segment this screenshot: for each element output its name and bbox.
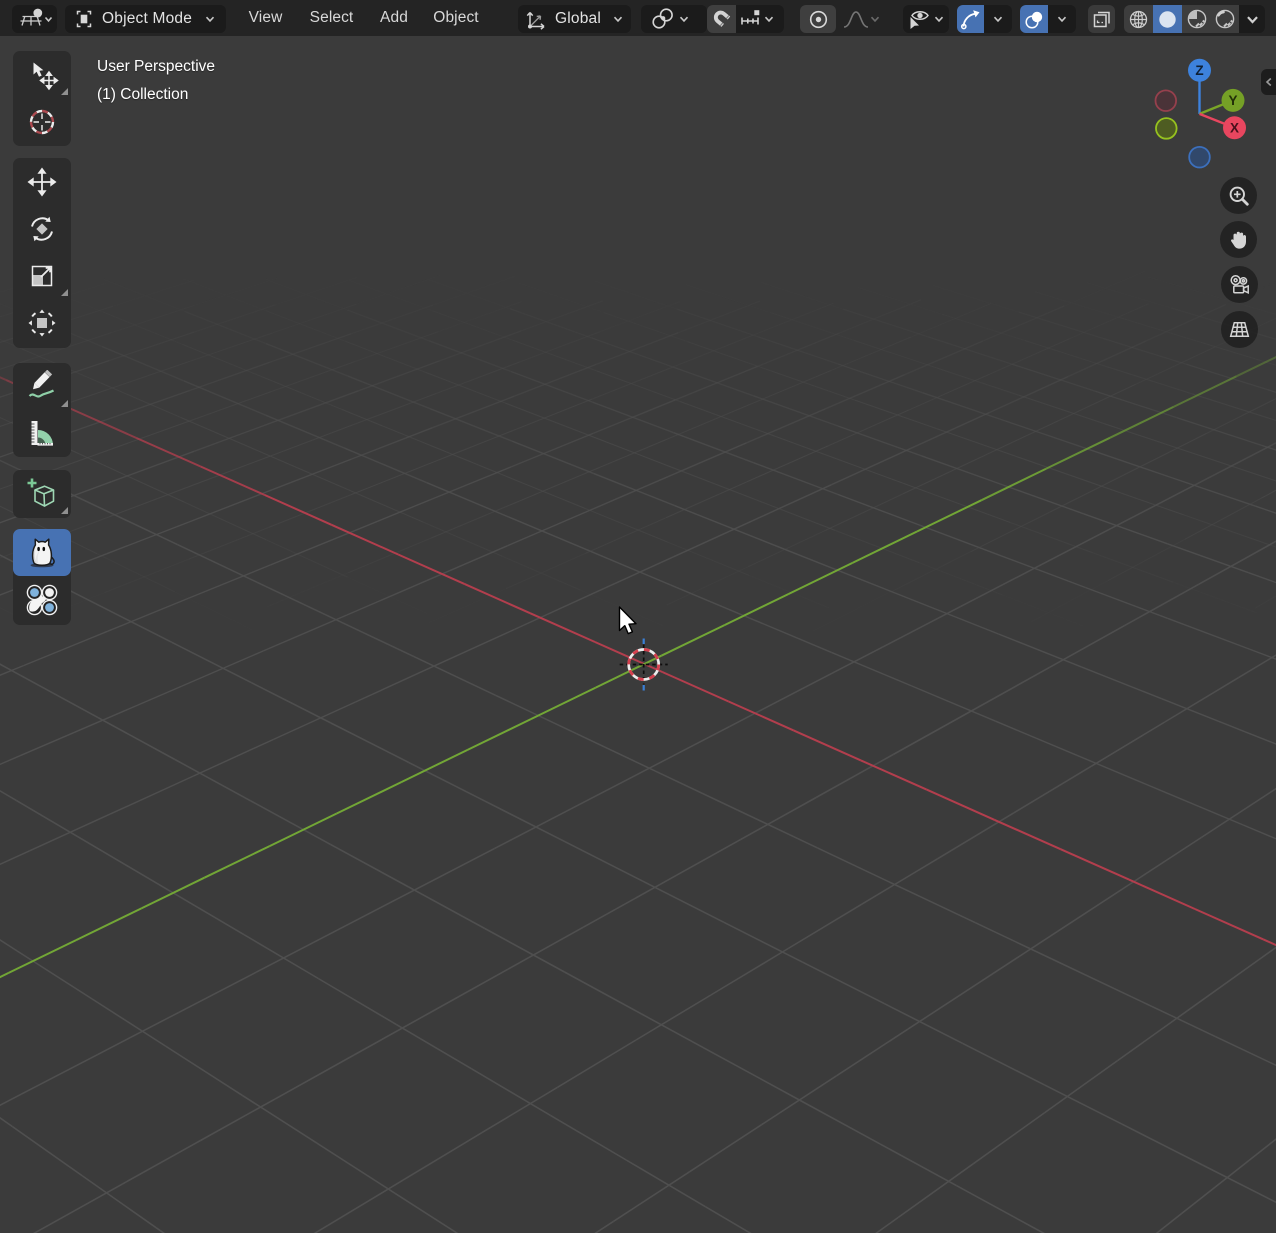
svg-text:Y: Y — [1228, 93, 1237, 108]
svg-text:Z: Z — [1195, 63, 1203, 78]
svg-text:X: X — [1230, 120, 1239, 135]
